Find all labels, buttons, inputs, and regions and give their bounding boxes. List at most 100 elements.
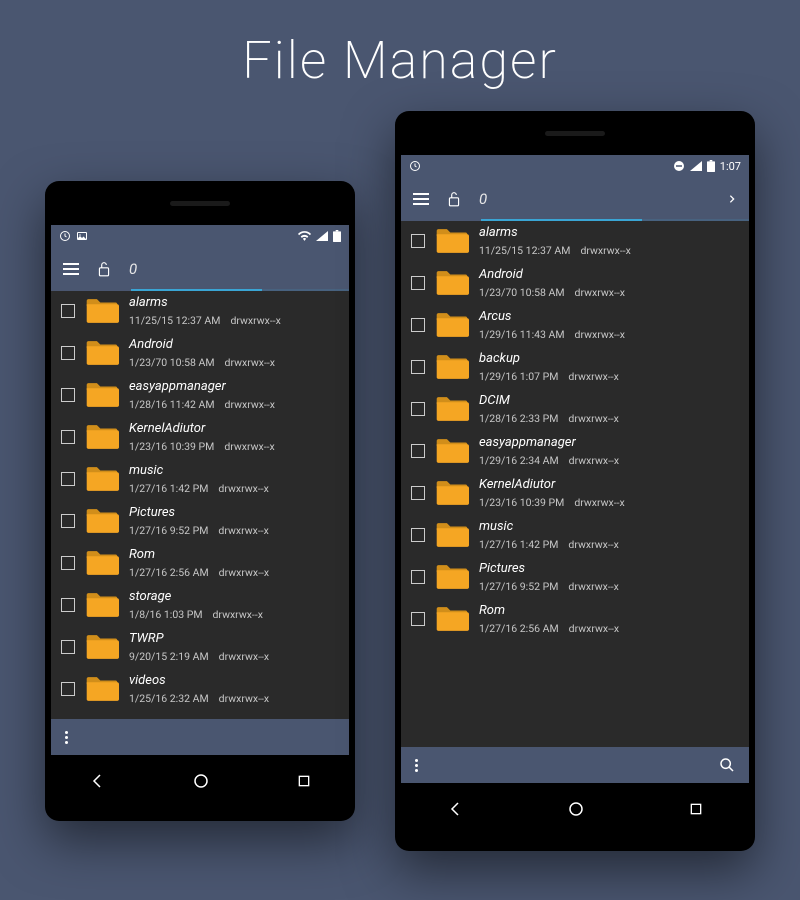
- file-name: KernelAdiutor: [479, 477, 739, 492]
- checkbox[interactable]: [411, 486, 425, 500]
- folder-icon: [85, 297, 119, 325]
- checkbox[interactable]: [61, 388, 75, 402]
- phone-speaker-area: [45, 181, 355, 225]
- file-list[interactable]: alarms11/25/15 12:37 AMdrwxrwx--xAndroid…: [51, 291, 349, 719]
- recents-button[interactable]: [276, 765, 332, 797]
- file-meta: 1/27/16 2:56 AMdrwxrwx--x: [479, 622, 739, 635]
- file-row[interactable]: backup1/29/16 1:07 PMdrwxrwx--x: [401, 347, 749, 389]
- file-row[interactable]: Android1/23/70 10:58 AMdrwxrwx--x: [401, 263, 749, 305]
- file-text: easyappmanager1/28/16 11:42 AMdrwxrwx--x: [129, 379, 339, 411]
- file-row[interactable]: music1/27/16 1:42 PMdrwxrwx--x: [51, 459, 349, 501]
- android-nav-bar: [45, 755, 355, 807]
- file-row[interactable]: videos1/25/16 2:32 AMdrwxrwx--x: [51, 669, 349, 711]
- file-text: Rom1/27/16 2:56 AMdrwxrwx--x: [129, 547, 339, 579]
- file-text: TWRP9/20/15 2:19 AMdrwxrwx--x: [129, 631, 339, 663]
- lock-icon[interactable]: [447, 191, 461, 207]
- folder-icon: [435, 353, 469, 381]
- checkbox[interactable]: [411, 318, 425, 332]
- checkbox[interactable]: [411, 402, 425, 416]
- file-row[interactable]: Pictures 1/27/16 9:52 PMdrwxrwx--x: [401, 557, 749, 599]
- file-row[interactable]: Pictures1/27/16 9:52 PMdrwxrwx--x: [51, 501, 349, 543]
- file-row[interactable]: Android1/23/70 10:58 AMdrwxrwx--x: [51, 333, 349, 375]
- phone-small: 0 alarms11/25/15 12:37 AMdrwxrwx--xAndro…: [45, 181, 355, 821]
- clock-icon: [409, 160, 421, 172]
- file-row[interactable]: easyappmanager1/29/16 2:34 AMdrwxrwx--x: [401, 431, 749, 473]
- menu-icon[interactable]: [413, 193, 429, 205]
- chevron-right-icon[interactable]: [727, 192, 737, 206]
- file-row[interactable]: Arcus1/29/16 11:43 AMdrwxrwx--x: [401, 305, 749, 347]
- checkbox[interactable]: [61, 304, 75, 318]
- file-list[interactable]: alarms11/25/15 12:37 AMdrwxrwx--x Android…: [401, 221, 749, 747]
- home-button[interactable]: [172, 764, 230, 798]
- file-name: music: [479, 519, 739, 534]
- checkbox[interactable]: [61, 472, 75, 486]
- status-time: 1:07: [720, 160, 741, 173]
- file-row[interactable]: storage1/8/16 1:03 PMdrwxrwx--x: [51, 585, 349, 627]
- file-meta: 1/29/16 1:07 PMdrwxrwx--x: [479, 370, 739, 383]
- folder-icon: [85, 633, 119, 661]
- file-name: Pictures: [479, 561, 739, 576]
- file-text: storage1/8/16 1:03 PMdrwxrwx--x: [129, 589, 339, 621]
- battery-icon: [707, 160, 715, 172]
- checkbox[interactable]: [411, 570, 425, 584]
- checkbox[interactable]: [411, 528, 425, 542]
- checkbox[interactable]: [61, 598, 75, 612]
- page-title: File Manager: [0, 0, 800, 111]
- checkbox[interactable]: [411, 360, 425, 374]
- checkbox[interactable]: [411, 444, 425, 458]
- checkbox[interactable]: [411, 612, 425, 626]
- folder-icon: [85, 591, 119, 619]
- folder-icon: [85, 507, 119, 535]
- file-row[interactable]: KernelAdiutor1/23/16 10:39 PMdrwxrwx--x: [51, 417, 349, 459]
- checkbox[interactable]: [411, 234, 425, 248]
- folder-icon: [435, 521, 469, 549]
- file-text: alarms11/25/15 12:37 AMdrwxrwx--x: [479, 225, 739, 257]
- back-button[interactable]: [426, 792, 484, 826]
- checkbox[interactable]: [61, 640, 75, 654]
- folder-icon: [435, 311, 469, 339]
- overflow-menu-icon[interactable]: [65, 731, 68, 744]
- file-row[interactable]: DCIM1/28/16 2:33 PMdrwxrwx--x: [401, 389, 749, 431]
- file-meta: 1/27/16 9:52 PMdrwxrwx--x: [479, 580, 739, 593]
- file-name: Android: [129, 337, 339, 352]
- phones-container: 0 alarms11/25/15 12:37 AMdrwxrwx--xAndro…: [0, 111, 800, 851]
- path-label: 0: [129, 260, 137, 278]
- checkbox[interactable]: [61, 514, 75, 528]
- storage-progress: [131, 289, 349, 291]
- file-text: easyappmanager1/29/16 2:34 AMdrwxrwx--x: [479, 435, 739, 467]
- file-meta: 1/27/16 1:42 PMdrwxrwx--x: [479, 538, 739, 551]
- search-icon[interactable]: [719, 757, 735, 773]
- signal-icon: [316, 231, 328, 241]
- file-row[interactable]: alarms11/25/15 12:37 AMdrwxrwx--x: [401, 221, 749, 263]
- file-row[interactable]: alarms11/25/15 12:37 AMdrwxrwx--x: [51, 291, 349, 333]
- overflow-menu-icon[interactable]: [415, 759, 418, 772]
- checkbox[interactable]: [411, 276, 425, 290]
- wifi-icon: [298, 231, 311, 241]
- phone-screen: 0 alarms11/25/15 12:37 AMdrwxrwx--xAndro…: [51, 225, 349, 755]
- file-name: Android: [479, 267, 739, 282]
- file-row[interactable]: KernelAdiutor1/23/16 10:39 PMdrwxrwx--x: [401, 473, 749, 515]
- file-row[interactable]: Rom1/27/16 2:56 AMdrwxrwx--x: [51, 543, 349, 585]
- file-row[interactable]: TWRP9/20/15 2:19 AMdrwxrwx--x: [51, 627, 349, 669]
- file-row[interactable]: Rom1/27/16 2:56 AMdrwxrwx--x: [401, 599, 749, 641]
- android-nav-bar: [395, 783, 755, 835]
- folder-icon: [435, 605, 469, 633]
- checkbox[interactable]: [61, 682, 75, 696]
- file-row[interactable]: music 1/27/16 1:42 PMdrwxrwx--x: [401, 515, 749, 557]
- recents-button[interactable]: [668, 793, 724, 825]
- file-name: storage: [129, 589, 339, 604]
- back-button[interactable]: [68, 764, 126, 798]
- file-row[interactable]: easyappmanager1/28/16 11:42 AMdrwxrwx--x: [51, 375, 349, 417]
- file-name: KernelAdiutor: [129, 421, 339, 436]
- file-text: Pictures1/27/16 9:52 PMdrwxrwx--x: [129, 505, 339, 537]
- lock-icon[interactable]: [97, 261, 111, 277]
- folder-icon: [435, 479, 469, 507]
- file-meta: 9/20/15 2:19 AMdrwxrwx--x: [129, 650, 339, 663]
- file-name: Rom: [129, 547, 339, 562]
- checkbox[interactable]: [61, 346, 75, 360]
- home-button[interactable]: [547, 792, 605, 826]
- bottom-bar: [401, 747, 749, 783]
- checkbox[interactable]: [61, 556, 75, 570]
- menu-icon[interactable]: [63, 263, 79, 275]
- checkbox[interactable]: [61, 430, 75, 444]
